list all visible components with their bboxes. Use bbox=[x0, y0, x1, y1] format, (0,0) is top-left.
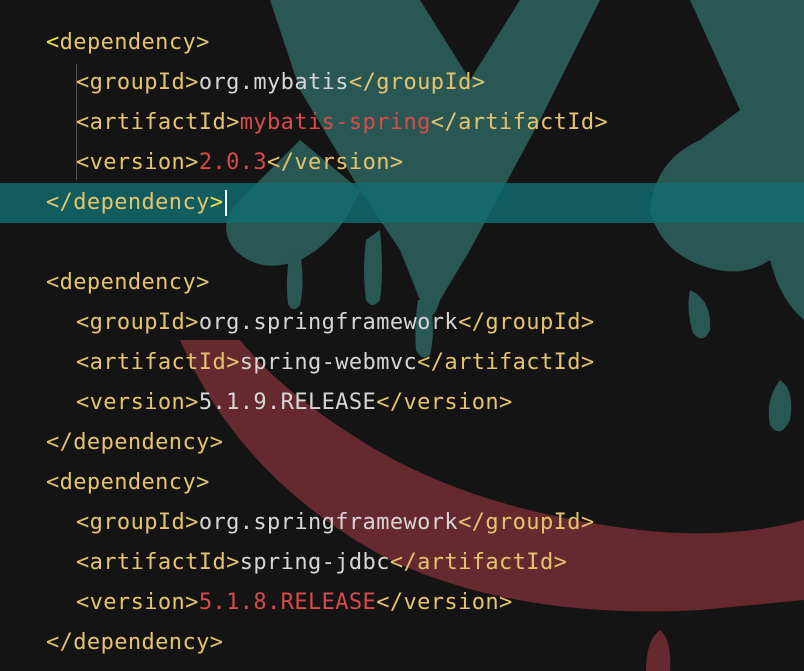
code-token: spring-webmvc bbox=[239, 350, 418, 375]
code-line[interactable]: <version>5.1.9.RELEASE</version> bbox=[0, 383, 804, 423]
code-line[interactable]: <groupId>org.springframework</groupId> bbox=[0, 503, 804, 543]
code-token: </dependency> bbox=[46, 630, 224, 655]
code-line[interactable]: <version>5.1.8.RELEASE</version> bbox=[0, 583, 804, 623]
code-token: org.springframework bbox=[198, 510, 459, 535]
code-token: <artifactId> bbox=[76, 350, 240, 375]
code-line[interactable]: <groupId>org.springframework</groupId> bbox=[0, 303, 804, 343]
code-line[interactable]: <dependency> bbox=[0, 23, 804, 63]
code-line[interactable]: <version>2.0.3</version> bbox=[0, 143, 804, 183]
code-token: <groupId> bbox=[76, 310, 199, 335]
code-token: </artifactId> bbox=[389, 550, 568, 575]
code-token: </groupId> bbox=[458, 310, 595, 335]
code-token: <groupId> bbox=[76, 70, 199, 95]
code-token: <version> bbox=[76, 390, 199, 415]
code-token: </version> bbox=[376, 590, 513, 615]
code-token: > bbox=[209, 190, 224, 215]
code-token: 5.1.8.RELEASE bbox=[198, 590, 377, 615]
code-token: dependency> bbox=[59, 30, 210, 55]
code-token: </version> bbox=[267, 150, 404, 175]
text-cursor bbox=[225, 190, 228, 216]
code-line[interactable]: <groupId>org.mybatis</groupId> bbox=[0, 63, 804, 103]
code-token: mybatis-spring bbox=[239, 110, 431, 135]
code-editor[interactable]: <dependency> <groupId>org.mybatis</groupI… bbox=[0, 0, 804, 671]
code-line[interactable]: <dependency> bbox=[0, 263, 804, 303]
code-token: 2.0.3 bbox=[198, 150, 268, 175]
code-line[interactable]: </dependency> bbox=[0, 423, 804, 463]
code-token: <dependency> bbox=[46, 270, 210, 295]
code-token: <dependency> bbox=[46, 470, 210, 495]
code-token: spring-jdbc bbox=[239, 550, 390, 575]
code-line[interactable]: </dependency> bbox=[0, 623, 804, 663]
code-token: org.springframework bbox=[198, 310, 459, 335]
code-line[interactable]: <artifactId>spring-jdbc</artifactId> bbox=[0, 543, 804, 583]
code-token: <artifactId> bbox=[76, 110, 240, 135]
code-token: <artifactId> bbox=[76, 550, 240, 575]
current-code-line[interactable]: </dependency> bbox=[0, 183, 804, 223]
code-token: org.mybatis bbox=[198, 70, 349, 95]
code-token: < bbox=[46, 30, 60, 55]
code-token: <version> bbox=[76, 150, 199, 175]
indent-guide bbox=[76, 64, 77, 180]
code-token: <version> bbox=[76, 590, 199, 615]
code-line[interactable] bbox=[0, 223, 804, 263]
code-line[interactable]: <artifactId>mybatis-spring</artifactId> bbox=[0, 103, 804, 143]
code-token: </artifactId> bbox=[430, 110, 609, 135]
code-line[interactable]: <artifactId>spring-webmvc</artifactId> bbox=[0, 343, 804, 383]
code-token: </groupId> bbox=[458, 510, 595, 535]
code-token: 5.1.9.RELEASE bbox=[198, 390, 377, 415]
code-token: </artifactId> bbox=[417, 350, 595, 375]
code-token: <groupId> bbox=[76, 510, 199, 535]
code-token: </groupId> bbox=[348, 70, 486, 95]
code-token: </version> bbox=[376, 390, 513, 415]
code-token: </dependency bbox=[46, 190, 210, 215]
code-line[interactable]: <dependency> bbox=[0, 463, 804, 503]
code-token: </dependency> bbox=[46, 430, 224, 455]
